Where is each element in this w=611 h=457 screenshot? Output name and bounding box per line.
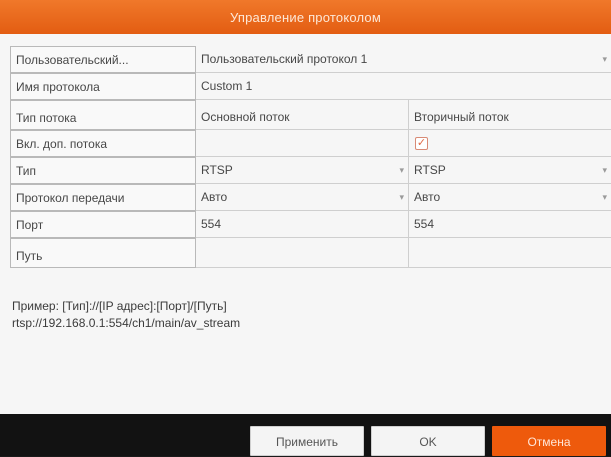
cancel-button[interactable]: Отмена	[492, 426, 606, 456]
protocol-form: Пользовательский... Пользовательский про…	[10, 46, 611, 268]
transfer-protocol-main-value: Авто	[201, 190, 228, 204]
port-sub-input[interactable]: 554	[408, 211, 611, 238]
stream-type-label: Тип потока	[10, 100, 196, 130]
main-stream-header: Основной поток	[196, 100, 408, 130]
dialog-content: Пользовательский... Пользовательский про…	[0, 34, 611, 414]
type-main-select[interactable]: RTSP ▾	[196, 157, 408, 184]
path-main-input[interactable]	[196, 238, 408, 268]
checkmark-icon: ✓	[416, 137, 427, 149]
type-sub-select[interactable]: RTSP ▾	[408, 157, 611, 184]
row-user-defined: Пользовательский... Пользовательский про…	[10, 46, 611, 73]
user-defined-label: Пользовательский...	[10, 46, 196, 73]
row-path: Путь	[10, 238, 611, 268]
row-protocol-name: Имя протокола Custom 1	[10, 73, 611, 100]
enable-substream-cell: ✓	[408, 130, 611, 157]
row-enable-substream: Вкл. доп. потока ✓	[10, 130, 611, 157]
type-label: Тип	[10, 157, 196, 184]
chevron-down-icon: ▾	[399, 165, 404, 175]
enable-substream-label: Вкл. доп. потока	[10, 130, 196, 157]
protocol-management-dialog: Управление протоколом Пользовательский..…	[0, 0, 611, 456]
protocol-name-label: Имя протокола	[10, 73, 196, 100]
transfer-protocol-sub-select[interactable]: Авто ▾	[408, 184, 611, 211]
transfer-protocol-label: Протокол передачи	[10, 184, 196, 211]
user-defined-value: Пользовательский протокол 1	[201, 52, 368, 66]
sub-stream-header: Вторичный поток	[408, 100, 611, 130]
protocol-name-input[interactable]: Custom 1	[196, 73, 611, 100]
row-stream-type: Тип потока Основной поток Вторичный пото…	[10, 100, 611, 130]
type-main-value: RTSP	[201, 163, 233, 177]
port-label: Порт	[10, 211, 196, 238]
transfer-protocol-main-select[interactable]: Авто ▾	[196, 184, 408, 211]
type-sub-value: RTSP	[414, 163, 446, 177]
dialog-footer: Применить OK Отмена	[0, 414, 611, 456]
path-label: Путь	[10, 238, 196, 268]
port-main-input[interactable]: 554	[196, 211, 408, 238]
chevron-down-icon: ▾	[399, 192, 404, 202]
apply-button[interactable]: Применить	[250, 426, 364, 456]
enable-substream-main-empty	[196, 130, 408, 157]
ok-button[interactable]: OK	[371, 426, 485, 456]
chevron-down-icon: ▾	[602, 165, 607, 175]
example-format: Пример: [Тип]://[IP адрес]:[Порт]/[Путь]	[12, 299, 227, 313]
enable-substream-checkbox[interactable]: ✓	[415, 137, 428, 150]
dialog-title: Управление протоколом	[0, 0, 611, 34]
example-hint: Пример: [Тип]://[IP адрес]:[Порт]/[Путь]…	[12, 298, 602, 332]
example-url: rtsp://192.168.0.1:554/ch1/main/av_strea…	[12, 316, 241, 330]
path-sub-input[interactable]	[408, 238, 611, 268]
row-transfer-protocol: Протокол передачи Авто ▾ Авто ▾	[10, 184, 611, 211]
chevron-down-icon: ▾	[602, 54, 607, 64]
transfer-protocol-sub-value: Авто	[414, 190, 441, 204]
row-type: Тип RTSP ▾ RTSP ▾	[10, 157, 611, 184]
row-port: Порт 554 554	[10, 211, 611, 238]
chevron-down-icon: ▾	[602, 192, 607, 202]
user-defined-select[interactable]: Пользовательский протокол 1 ▾	[196, 46, 611, 73]
